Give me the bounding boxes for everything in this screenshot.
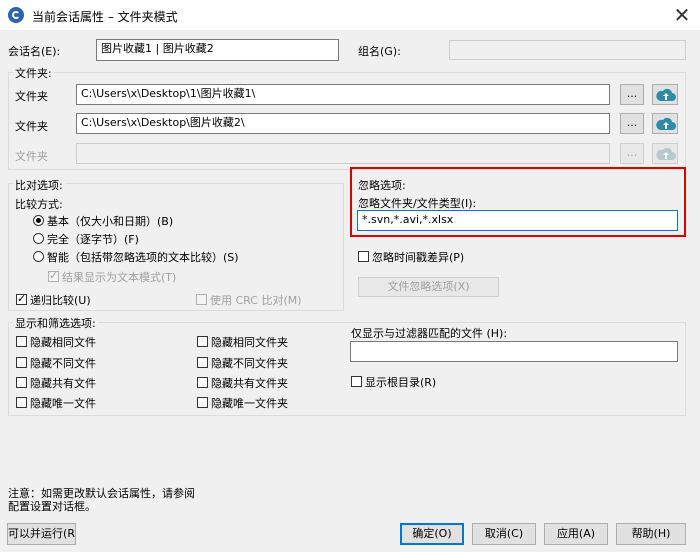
radio-full-label[interactable]: 完全（逐字节）(F) [47, 231, 139, 247]
ignore-options-label: 忽略选项: [358, 179, 406, 192]
ok-button[interactable]: 确定(O) [400, 523, 464, 545]
text-mode-label: 结果显示为文本模式(T) [62, 271, 177, 284]
run-parallel-button[interactable]: 可以并运行(R [7, 523, 76, 545]
hide-same-files-checkbox[interactable] [16, 336, 27, 347]
crc-label: 使用 CRC 比对(M) [210, 294, 302, 307]
folder-3-cloud-button[interactable] [652, 143, 678, 164]
folder-3-path-input[interactable] [76, 143, 610, 164]
ignore-types-input[interactable]: *.svn,*.avi,*.xlsx [357, 210, 678, 231]
cloud-upload-icon [656, 117, 676, 130]
apply-button[interactable]: 应用(A) [544, 523, 608, 545]
folder-3-browse-button[interactable]: ... [620, 143, 644, 164]
radio-full[interactable] [33, 233, 44, 244]
window-title: 当前会话属性 – 文件夹模式 [32, 10, 178, 24]
session-name-input[interactable]: 图片收藏1 | 图片收藏2 [96, 39, 339, 61]
compare-method-label: 比较方式: [15, 198, 63, 211]
display-filter-label: 显示和筛选选项: [13, 315, 98, 331]
folder-1-label: 文件夹 [15, 90, 48, 103]
session-name-label: 会话名(E): [8, 45, 61, 58]
folder-1-browse-button[interactable]: ... [620, 84, 644, 105]
folder-2-browse-button[interactable]: ... [620, 113, 644, 134]
folders-group-label: 文件夹: [13, 65, 54, 81]
hide-common-folders-checkbox[interactable] [197, 377, 208, 388]
filter-match-label: 仅显示与过滤器匹配的文件 (H): [351, 327, 508, 340]
ignore-types-label: 忽略文件夹/文件类型(I): [358, 197, 477, 210]
compare-options-label: 比对选项: [13, 177, 65, 193]
hide-common-files-label[interactable]: 隐藏共有文件 [30, 375, 96, 391]
cancel-button[interactable]: 取消(C) [472, 523, 536, 545]
close-icon[interactable]: ✕ [664, 2, 700, 28]
folder-2-label: 文件夹 [15, 120, 48, 133]
cloud-upload-icon [656, 147, 676, 160]
hide-same-files-label[interactable]: 隐藏相同文件 [30, 334, 96, 350]
group-name-label: 组名(G): [358, 45, 401, 58]
hide-diff-folders-label[interactable]: 隐藏不同文件夹 [211, 355, 288, 371]
hide-common-files-checkbox[interactable] [16, 377, 27, 388]
filter-match-input[interactable] [350, 341, 678, 362]
folder-2-cloud-button[interactable] [652, 113, 678, 134]
group-name-input[interactable] [449, 40, 686, 60]
hide-diff-files-checkbox[interactable] [16, 357, 27, 368]
radio-basic[interactable] [33, 215, 44, 226]
note-line-2: 配置设置对话框。 [8, 500, 96, 513]
radio-basic-label[interactable]: 基本（仅大小和日期）(B) [47, 213, 173, 229]
radio-smart[interactable] [33, 251, 44, 262]
text-mode-checkbox[interactable] [48, 269, 59, 282]
display-filter-group [8, 322, 686, 416]
hide-same-folders-checkbox[interactable] [197, 336, 208, 347]
recursive-label[interactable]: 递归比较(U) [30, 292, 91, 308]
hide-unique-files-label[interactable]: 隐藏唯一文件 [30, 395, 96, 411]
hide-unique-folders-checkbox[interactable] [197, 397, 208, 408]
help-button[interactable]: 帮助(H) [616, 523, 686, 545]
radio-smart-label[interactable]: 智能（包括带忽略选项的文本比较）(S) [47, 249, 239, 265]
ignore-timestamp-checkbox[interactable] [358, 251, 369, 262]
show-root-label[interactable]: 显示根目录(R) [365, 374, 436, 390]
hide-same-folders-label[interactable]: 隐藏相同文件夹 [211, 334, 288, 350]
folder-3-label: 文件夹 [15, 150, 48, 163]
ignore-timestamp-label[interactable]: 忽略时间戳差异(P) [372, 249, 464, 265]
folder-1-cloud-button[interactable] [652, 84, 678, 105]
show-root-checkbox[interactable] [351, 376, 362, 387]
hide-diff-folders-checkbox[interactable] [197, 357, 208, 368]
folder-2-path-input[interactable]: C:\Users\x\Desktop\图片收藏2\ [76, 113, 610, 134]
file-ignore-options-button[interactable]: 文件忽略选项(X) [358, 277, 499, 297]
cloud-upload-icon [656, 88, 676, 101]
hide-common-folders-label[interactable]: 隐藏共有文件夹 [211, 375, 288, 391]
hide-diff-files-label[interactable]: 隐藏不同文件 [30, 355, 96, 371]
folder-1-path-input[interactable]: C:\Users\x\Desktop\1\图片收藏1\ [76, 84, 610, 105]
app-icon [8, 7, 24, 23]
crc-checkbox[interactable] [196, 294, 207, 305]
recursive-checkbox[interactable] [16, 292, 27, 305]
hide-unique-folders-label[interactable]: 隐藏唯一文件夹 [211, 395, 288, 411]
hide-unique-files-checkbox[interactable] [16, 397, 27, 408]
